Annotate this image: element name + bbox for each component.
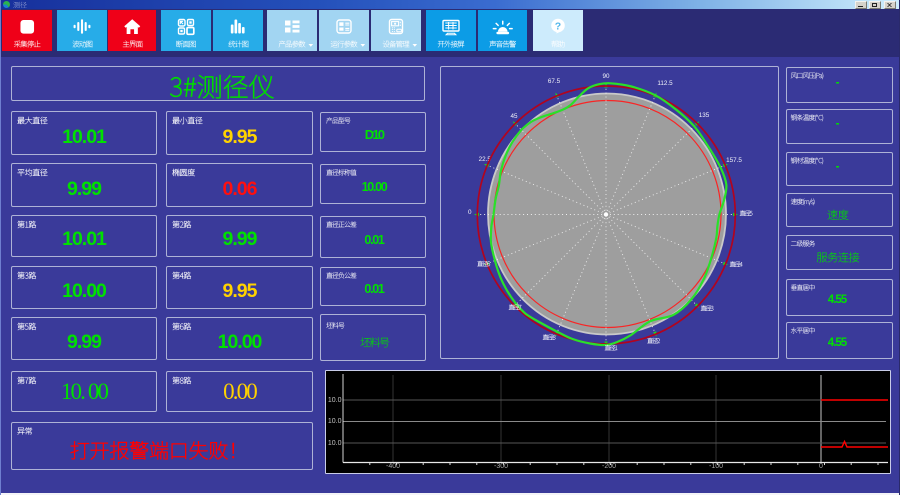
svg-text:?: ? [555, 20, 561, 32]
